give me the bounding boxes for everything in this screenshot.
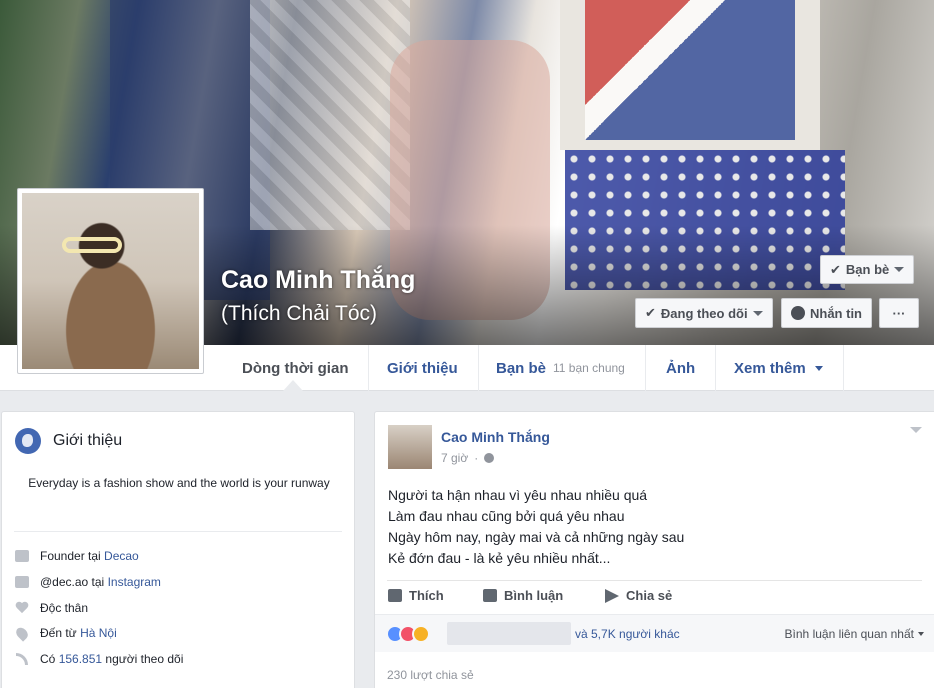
tab-more-label: Xem thêm	[734, 359, 806, 377]
tab-timeline-label: Dòng thời gian	[242, 359, 349, 377]
info-work-decao: Founder tại Decao	[15, 549, 139, 563]
mutual-friends-count: 11 bạn chung	[553, 361, 625, 375]
globe-icon	[484, 453, 495, 463]
chevron-down-icon[interactable]	[910, 427, 922, 433]
comment-icon	[483, 589, 497, 602]
chevron-down-icon	[894, 267, 905, 272]
followers-icon	[16, 653, 28, 665]
post-line: Làm đau nhau cũng bởi quá yêu nhau	[388, 508, 625, 524]
post-line: Ngày hôm nay, ngày mai và cả những ngày …	[388, 529, 685, 545]
info-text: Độc thân	[40, 601, 89, 615]
sad-reaction-icon	[412, 625, 430, 643]
following-button[interactable]: ✔ Đang theo dõi	[635, 298, 773, 328]
following-button-label: Đang theo dõi	[660, 305, 748, 321]
post-text: Người ta hận nhau vì yêu nhau nhiều quá …	[388, 485, 684, 569]
profile-photo	[22, 193, 199, 369]
tab-about-label: Giới thiệu	[387, 359, 458, 377]
shares-count[interactable]: 230 lượt chia sẻ	[387, 668, 474, 682]
tab-friends[interactable]: Bạn bè 11 bạn chung	[476, 345, 646, 391]
sunglasses-graphic	[62, 237, 122, 253]
reaction-count[interactable]: và 5,7K người khác	[575, 627, 680, 641]
reactions-bar: và 5,7K người khác Bình luận liên quan n…	[375, 614, 934, 652]
profile-picture[interactable]	[17, 188, 204, 374]
info-text: @dec.ao tại	[40, 575, 108, 589]
redacted-names	[447, 622, 571, 645]
info-text: Có	[40, 652, 59, 666]
info-text: Founder tại	[40, 549, 105, 563]
chevron-down-icon	[814, 365, 823, 371]
thumbs-up-icon	[388, 589, 402, 602]
post-author-avatar[interactable]	[388, 425, 432, 469]
profile-name[interactable]: Cao Minh Thắng	[221, 266, 415, 295]
intro-divider	[14, 531, 342, 532]
profile-alternate-name: (Thích Chải Tóc)	[221, 302, 377, 325]
post-line: Kẻ đớn đau - là kẻ yêu nhiều nhất...	[388, 550, 611, 566]
friends-button-label: Bạn bè	[845, 262, 890, 277]
location-pin-icon	[13, 624, 31, 642]
message-button-label: Nhắn tin	[810, 305, 862, 321]
comment-sort-dropdown[interactable]: Bình luận liên quan nhất	[785, 627, 924, 641]
info-text: người theo dõi	[102, 652, 184, 666]
decao-link[interactable]: Decao	[104, 549, 139, 563]
info-hometown: Đến từ Hà Nội	[13, 624, 117, 642]
globe-icon	[15, 428, 41, 454]
active-tab-pointer	[283, 380, 303, 391]
like-button[interactable]: Thích	[388, 588, 444, 603]
messenger-icon	[791, 306, 805, 320]
tab-about[interactable]: Giới thiệu	[367, 345, 479, 391]
reaction-icons[interactable]	[386, 625, 430, 643]
info-relationship: Độc thân	[15, 601, 88, 615]
check-icon: ✔	[830, 261, 841, 277]
more-options-button[interactable]: ···	[879, 298, 919, 328]
chevron-down-icon	[918, 632, 924, 636]
followers-link[interactable]: 156.851	[59, 652, 102, 666]
post-line: Người ta hận nhau vì yêu nhau nhiều quá	[388, 487, 648, 503]
chevron-down-icon	[752, 310, 763, 316]
post-time-text[interactable]: 7 giờ	[441, 451, 468, 465]
comment-label: Bình luận	[504, 588, 564, 603]
info-work-instagram: @dec.ao tại Instagram	[15, 575, 161, 589]
intro-card: Giới thiệu Everyday is a fashion show an…	[1, 411, 355, 688]
info-followers: Có 156.851 người theo dõi	[15, 652, 183, 666]
post-card: Cao Minh Thắng 7 giờ · Người ta hận nhau…	[374, 411, 934, 688]
post-timestamp: 7 giờ ·	[441, 451, 495, 465]
heart-icon	[15, 602, 29, 615]
tab-photos[interactable]: Ảnh	[646, 345, 717, 391]
check-icon: ✔	[645, 305, 656, 320]
briefcase-icon	[15, 550, 29, 562]
share-label: Chia sẻ	[626, 588, 673, 603]
instagram-link[interactable]: Instagram	[108, 575, 161, 589]
comment-sort-label: Bình luận liên quan nhất	[784, 627, 914, 641]
info-text: Đến từ	[40, 626, 81, 640]
tab-photos-label: Ảnh	[666, 359, 696, 377]
like-label: Thích	[409, 588, 444, 603]
intro-title: Giới thiệu	[53, 432, 123, 449]
tab-friends-label: Bạn bè	[496, 359, 547, 377]
share-button[interactable]: Chia sẻ	[605, 588, 672, 603]
share-arrow-icon	[605, 588, 619, 603]
hanoi-link[interactable]: Hà Nội	[80, 626, 117, 640]
friends-button[interactable]: ✔ Bạn bè	[820, 255, 915, 284]
message-button[interactable]: Nhắn tin	[781, 298, 872, 328]
more-dots-icon: ···	[892, 305, 906, 321]
post-divider	[387, 580, 922, 581]
post-author-name[interactable]: Cao Minh Thắng	[441, 429, 550, 445]
intro-header: Giới thiệu	[15, 428, 122, 454]
briefcase-icon	[15, 576, 29, 588]
comment-button[interactable]: Bình luận	[483, 588, 563, 603]
intro-bio: Everyday is a fashion show and the world…	[28, 476, 330, 490]
tab-more[interactable]: Xem thêm	[714, 345, 844, 391]
